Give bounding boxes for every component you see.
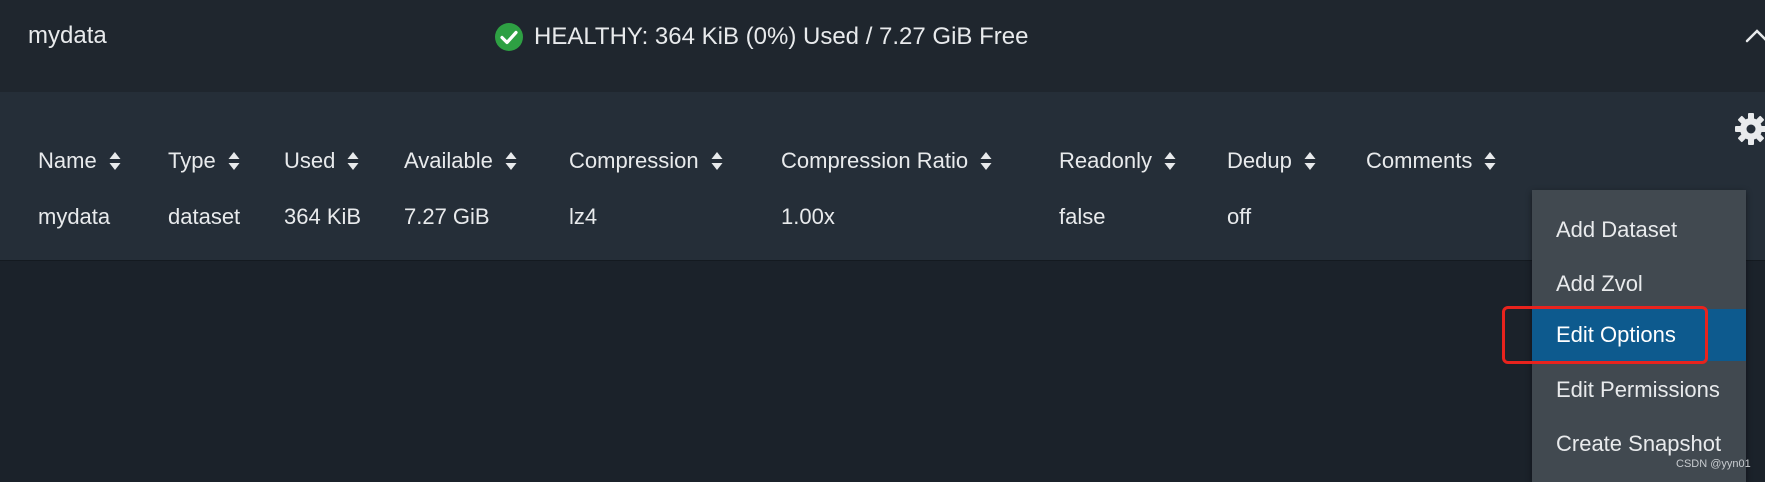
sort-icon	[980, 152, 992, 170]
column-header-type[interactable]: Type	[168, 148, 240, 174]
cell-dedup: off	[1227, 204, 1252, 229]
column-header-dedup[interactable]: Dedup	[1227, 148, 1316, 174]
column-header-readonly[interactable]: Readonly	[1059, 148, 1176, 174]
pool-name: mydata	[28, 22, 107, 49]
check-circle-icon	[495, 23, 523, 51]
sort-icon	[1304, 152, 1316, 170]
sort-icon	[505, 152, 517, 170]
sort-icon	[711, 152, 723, 170]
cell-type: dataset	[168, 204, 241, 229]
menu-item-add-zvol[interactable]: Add Zvol	[1532, 258, 1746, 310]
sort-icon	[228, 152, 240, 170]
watermark: CSDN @yyn01	[1676, 458, 1751, 470]
sort-icon	[109, 152, 121, 170]
menu-item-add-dataset[interactable]: Add Dataset	[1532, 204, 1746, 256]
column-header-compression[interactable]: Compression	[569, 148, 723, 174]
gear-icon[interactable]	[1734, 112, 1765, 146]
pool-status: HEALTHY: 364 KiB (0%) Used / 7.27 GiB Fr…	[494, 22, 1028, 52]
dataset-table	[0, 92, 1765, 261]
cell-name[interactable]: mydata	[38, 204, 110, 230]
column-header-name[interactable]: Name	[38, 148, 121, 174]
cell-used: 364 KiB	[284, 204, 362, 229]
column-header-available[interactable]: Available	[404, 148, 517, 174]
menu-item-edit-permissions[interactable]: Edit Permissions	[1532, 364, 1746, 416]
cell-available: 7.27 GiB	[404, 204, 490, 229]
chevron-up-icon[interactable]	[1745, 28, 1765, 44]
sort-icon	[1484, 152, 1496, 170]
sort-icon	[1164, 152, 1176, 170]
storage-pools-view: mydata HEALTHY: 364 KiB (0%) Used / 7.27…	[0, 0, 1765, 482]
column-header-comments[interactable]: Comments	[1366, 148, 1496, 174]
column-header-compression-ratio[interactable]: Compression Ratio	[781, 148, 992, 174]
pool-header[interactable]: mydata HEALTHY: 364 KiB (0%) Used / 7.27…	[0, 0, 1765, 92]
column-header-used[interactable]: Used	[284, 148, 359, 174]
menu-item-edit-options[interactable]: Edit Options	[1532, 309, 1746, 361]
dataset-actions-menu: Add Dataset Add Zvol Edit Options Edit P…	[1532, 190, 1746, 482]
cell-compression: lz4	[569, 204, 598, 229]
sort-icon	[347, 152, 359, 170]
cell-compression-ratio: 1.00x	[781, 204, 835, 229]
cell-readonly: false	[1059, 204, 1106, 229]
pool-status-text: HEALTHY: 364 KiB (0%) Used / 7.27 GiB Fr…	[534, 23, 1029, 50]
